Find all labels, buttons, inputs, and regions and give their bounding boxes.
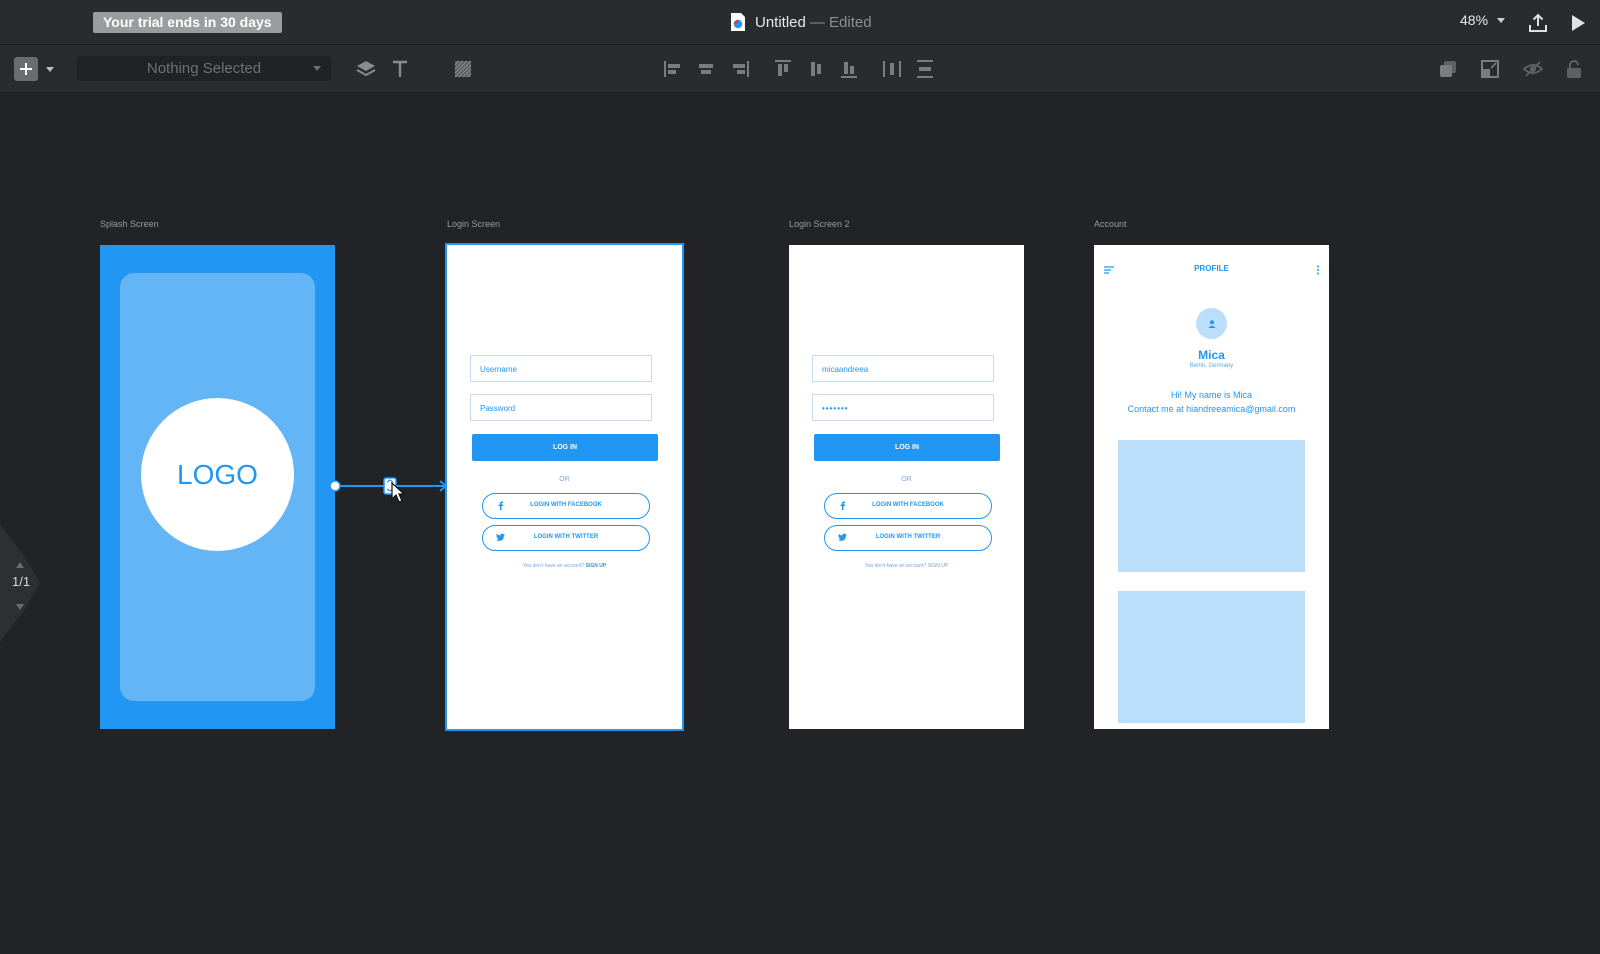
- play-icon[interactable]: [1567, 12, 1589, 34]
- title-bar: Your trial ends in 30 days Untitled — Ed…: [0, 0, 1600, 45]
- align-left-icon[interactable]: [662, 58, 684, 80]
- signup-prompt-text: You don't have an account?: [864, 563, 927, 569]
- artboard-label-login[interactable]: Login Screen: [447, 219, 500, 229]
- signup-link: SIGN UP: [927, 563, 949, 569]
- layers-icon[interactable]: [355, 58, 377, 80]
- profile-name: Mica: [1198, 348, 1225, 362]
- profile-bio-line-1: Hi! My name is Mica: [1170, 390, 1252, 400]
- artboard-login[interactable]: Username Password LOG IN OR LOGIN WITH F…: [445, 243, 684, 731]
- signup-prompt: You don't have an account? SIGN UP: [447, 563, 682, 569]
- facebook-icon: [840, 501, 846, 510]
- twitter-icon: [495, 533, 505, 541]
- document-title[interactable]: Untitled — Edited: [730, 11, 872, 33]
- chevron-up-icon[interactable]: [16, 562, 24, 568]
- username-field: Username: [470, 355, 652, 382]
- profile-bio-line-2: Contact me at hiandreeamica@gmail.com: [1127, 404, 1296, 414]
- align-bottom-icon[interactable]: [838, 58, 860, 80]
- pattern-icon[interactable]: [452, 58, 474, 80]
- content-placeholder-2: [1118, 591, 1305, 723]
- signup-prompt: You don't have an account? SIGN UP: [789, 563, 1024, 569]
- facebook-login-button: LOGIN WITH FACEBOOK: [482, 493, 650, 519]
- username-field: micaandreea: [812, 355, 994, 382]
- align-middle-icon[interactable]: [805, 58, 827, 80]
- toolbar: Nothing Selected: [0, 45, 1600, 93]
- chevron-down-icon[interactable]: [16, 604, 24, 610]
- twitter-login-label: LOGIN WITH TWITTER: [533, 534, 599, 540]
- facebook-login-label: LOGIN WITH FACEBOOK: [530, 502, 602, 508]
- trial-badge[interactable]: Your trial ends in 30 days: [93, 12, 282, 33]
- artboard-label-splash[interactable]: Splash Screen: [100, 219, 159, 229]
- profile-header: PROFILE: [1194, 264, 1229, 273]
- hide-icon[interactable]: [1522, 58, 1544, 80]
- selection-dropdown[interactable]: Nothing Selected: [77, 56, 331, 81]
- facebook-login-button: LOGIN WITH FACEBOOK: [824, 493, 992, 519]
- password-field: •••••••: [812, 394, 994, 421]
- align-center-icon[interactable]: [695, 58, 717, 80]
- content-placeholder-1: [1118, 440, 1305, 572]
- artboard-splash[interactable]: LOGO: [100, 245, 335, 729]
- add-icon: [20, 63, 32, 75]
- cursor-icon: [391, 482, 406, 503]
- resize-icon[interactable]: [1479, 58, 1501, 80]
- document-status: — Edited: [809, 13, 872, 31]
- chevron-down-icon: [1497, 17, 1506, 23]
- distribute-horizontal-icon[interactable]: [881, 58, 903, 80]
- chevron-down-icon[interactable]: [46, 67, 54, 72]
- user-icon: [1208, 319, 1215, 328]
- login-button: LOG IN: [472, 434, 658, 461]
- profile-location: Berlin, Germany: [1189, 363, 1234, 369]
- twitter-login-button: LOGIN WITH TWITTER: [824, 525, 992, 551]
- add-button[interactable]: [14, 57, 38, 81]
- twitter-login-label: LOGIN WITH TWITTER: [875, 534, 941, 540]
- twitter-icon: [837, 533, 847, 541]
- document-name: Untitled: [755, 13, 806, 31]
- design-canvas[interactable]: 1/1 Splash Screen LOGO Login Screen User…: [0, 92, 1600, 954]
- signup-prompt-text: You don't have an account?: [522, 563, 585, 569]
- mask-icon[interactable]: [1437, 58, 1459, 80]
- facebook-icon: [498, 501, 504, 510]
- zoom-level: 48%: [1460, 12, 1489, 28]
- facebook-login-label: LOGIN WITH FACEBOOK: [872, 502, 944, 508]
- selection-label: Nothing Selected: [146, 60, 262, 77]
- page-indicator: 1/1: [12, 574, 31, 589]
- more-icon: [1317, 265, 1319, 275]
- distribute-vertical-icon[interactable]: [914, 58, 936, 80]
- login-button: LOG IN: [814, 434, 1000, 461]
- avatar: [1196, 308, 1227, 339]
- share-icon[interactable]: [1527, 12, 1549, 34]
- twitter-login-button: LOGIN WITH TWITTER: [482, 525, 650, 551]
- align-right-icon[interactable]: [729, 58, 751, 80]
- page-navigator[interactable]: 1/1: [0, 524, 40, 642]
- or-divider: OR: [901, 476, 912, 483]
- artboard-label-account[interactable]: Account: [1094, 219, 1127, 229]
- signup-link: SIGN UP: [585, 563, 607, 569]
- chevron-down-icon: [313, 66, 321, 71]
- document-icon: [731, 13, 745, 31]
- zoom-dropdown[interactable]: 48%: [1460, 12, 1506, 28]
- logo-circle: LOGO: [141, 398, 294, 551]
- password-field: Password: [470, 394, 652, 421]
- artboard-login-2[interactable]: micaandreea ••••••• LOG IN OR LOGIN WITH…: [789, 245, 1024, 729]
- or-divider: OR: [559, 476, 570, 483]
- text-icon[interactable]: [389, 58, 411, 80]
- logo-text: LOGO: [177, 458, 258, 490]
- align-top-icon[interactable]: [772, 58, 794, 80]
- artboard-account[interactable]: PROFILE Mica Berlin, Germany Hi! My name…: [1094, 245, 1329, 729]
- lock-icon[interactable]: [1563, 58, 1585, 80]
- artboard-label-login2[interactable]: Login Screen 2: [789, 219, 850, 229]
